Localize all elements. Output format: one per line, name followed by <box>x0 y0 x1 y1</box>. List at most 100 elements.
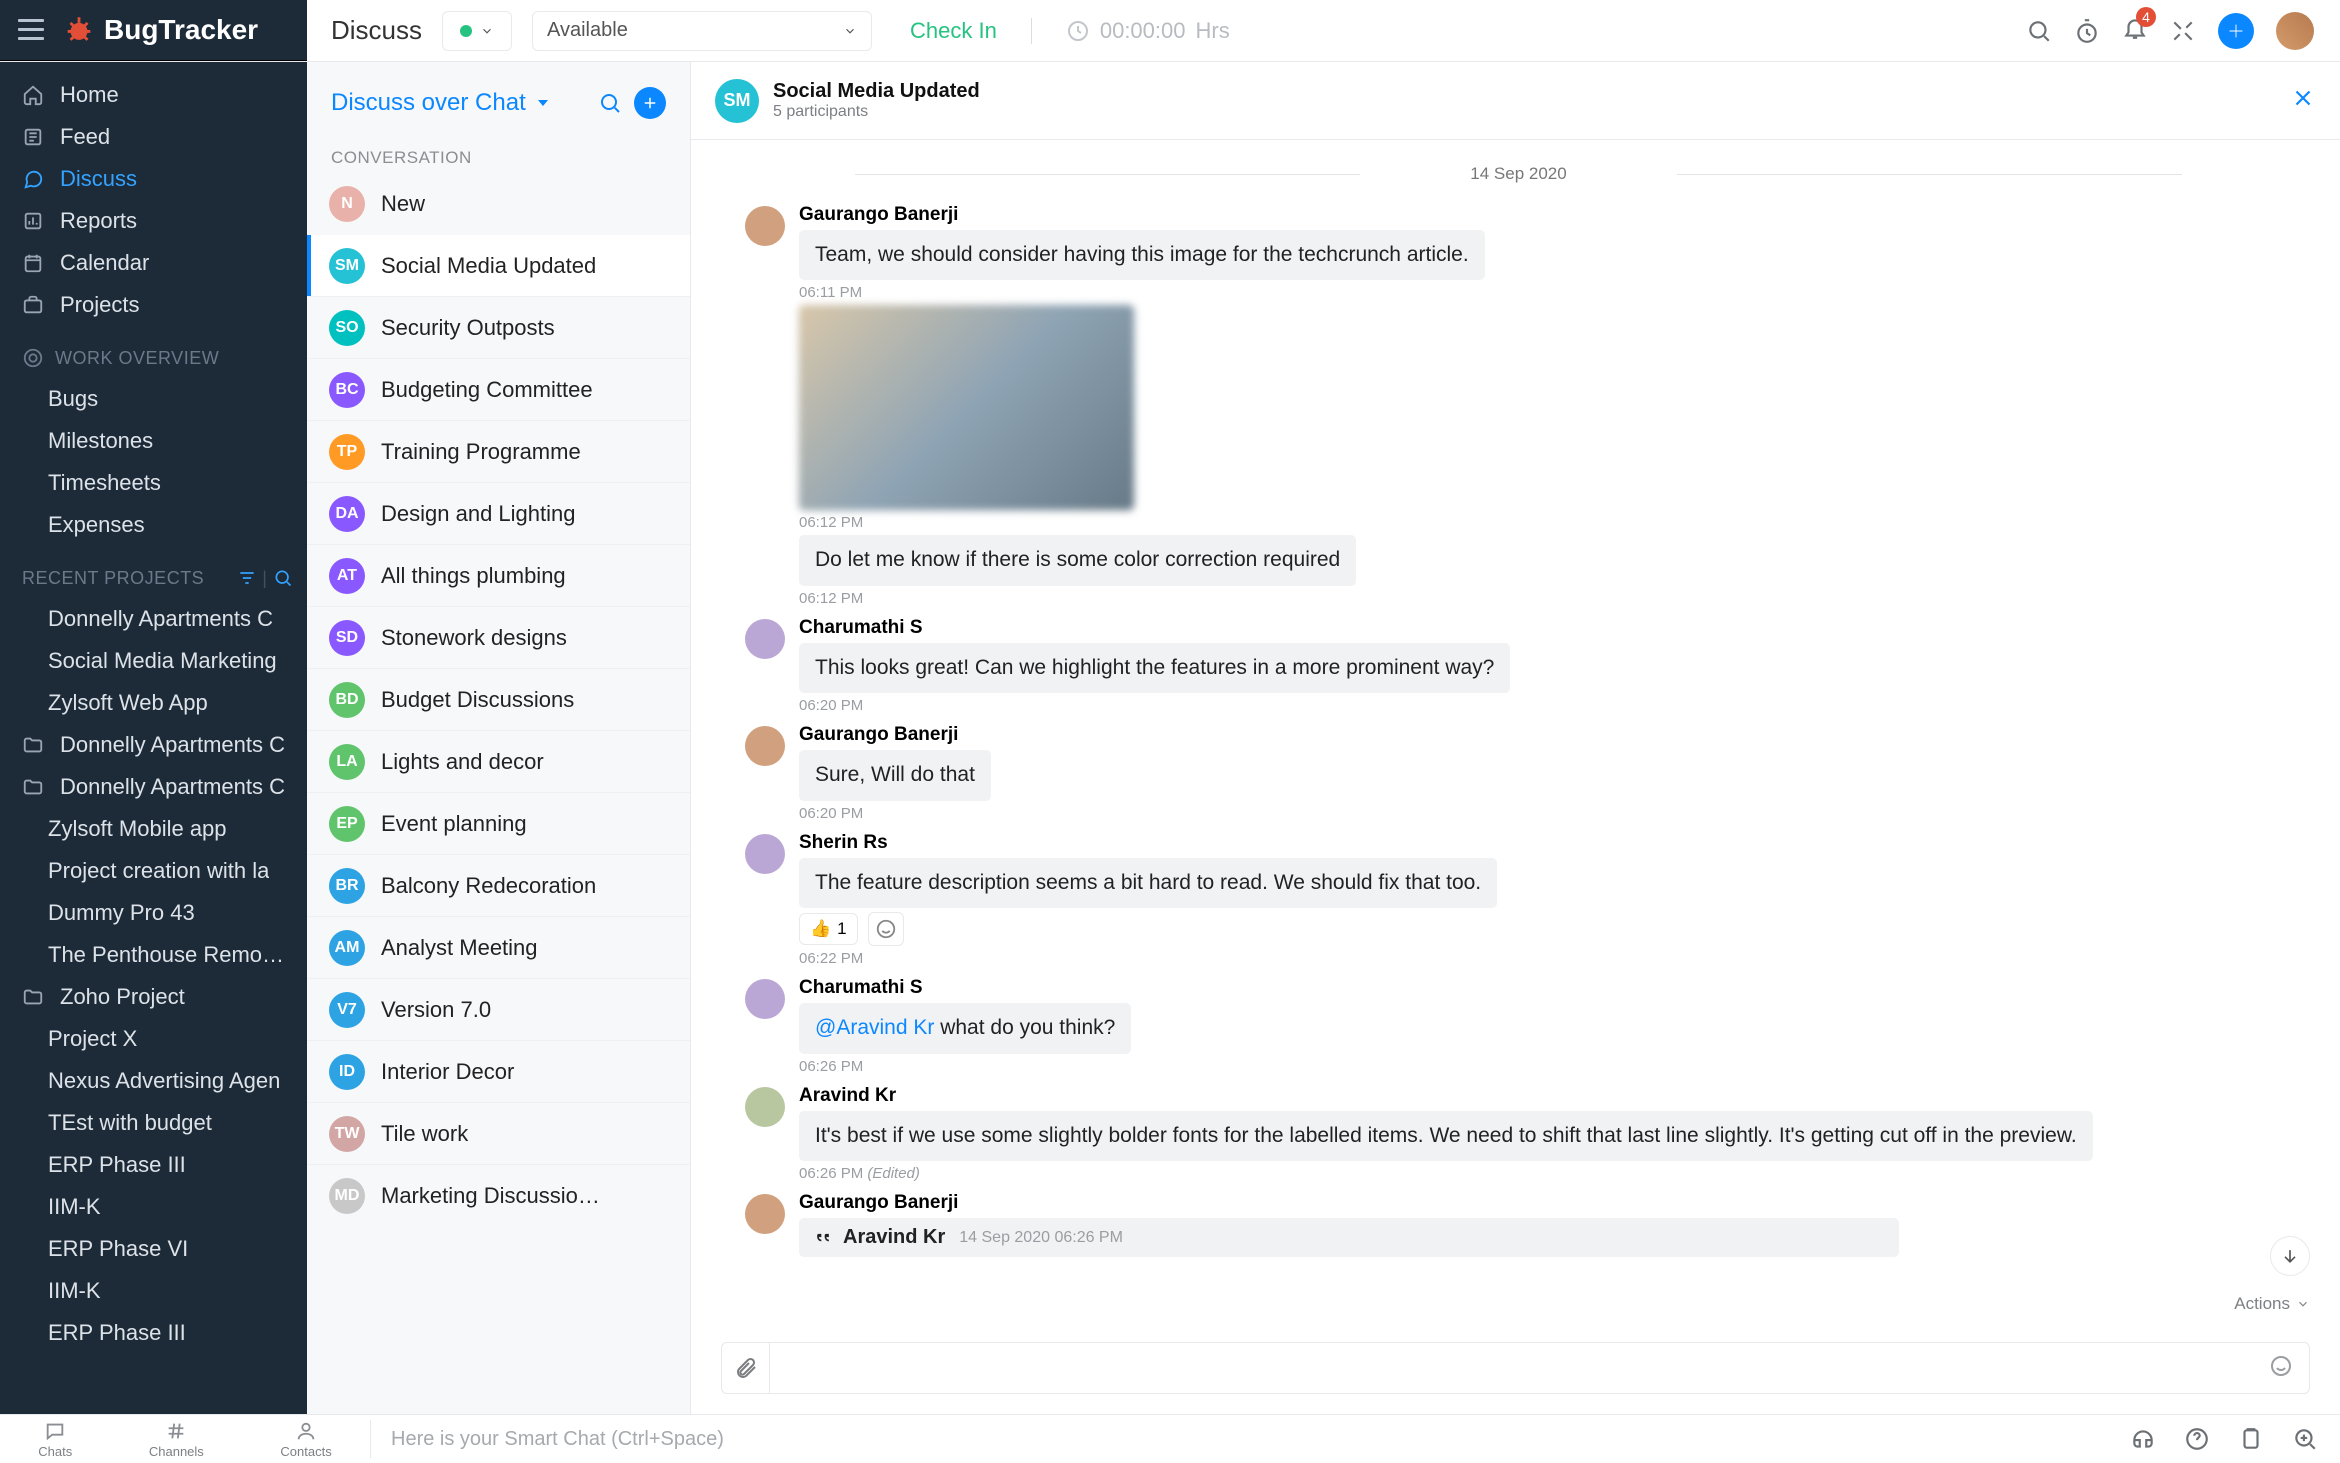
recent-project-item[interactable]: IIM-K <box>0 1270 307 1312</box>
recent-project-item[interactable]: Nexus Advertising Agen <box>0 1060 307 1102</box>
recent-project-item[interactable]: ERP Phase VI <box>0 1228 307 1270</box>
status-pill[interactable] <box>442 11 512 51</box>
nav-sub-bugs[interactable]: Bugs <box>0 378 307 420</box>
conversation-avatar: BD <box>329 682 365 718</box>
conversation-item[interactable]: EPEvent planning <box>307 792 690 854</box>
bottom-tab-contacts[interactable]: Contacts <box>280 1420 331 1459</box>
search-icon[interactable] <box>2026 18 2052 44</box>
message-time: 06:20 PM <box>799 697 863 714</box>
global-add-button[interactable] <box>2218 13 2254 49</box>
conversation-avatar: ID <box>329 1054 365 1090</box>
close-icon <box>2290 85 2316 111</box>
recent-project-item[interactable]: Social Media Marketing <box>0 640 307 682</box>
conversation-item[interactable]: LALights and decor <box>307 730 690 792</box>
recent-project-item[interactable]: Donnelly Apartments C <box>0 598 307 640</box>
recent-project-item[interactable]: Dummy Pro 43 <box>0 892 307 934</box>
recent-project-item[interactable]: ERP Phase III <box>0 1312 307 1354</box>
conversation-avatar: SM <box>329 248 365 284</box>
headset-icon[interactable] <box>2130 1426 2156 1452</box>
reaction-chip[interactable]: 👍1 <box>799 913 858 945</box>
check-in-link[interactable]: Check In <box>910 18 997 44</box>
scroll-down-button[interactable] <box>2270 1236 2310 1276</box>
hamburger-icon[interactable] <box>18 19 44 41</box>
reply-reference[interactable]: Aravind Kr14 Sep 2020 06:26 PM <box>799 1218 1899 1257</box>
nav-item-home[interactable]: Home <box>0 74 307 116</box>
message-image-attachment[interactable] <box>799 305 1134 510</box>
recent-project-item[interactable]: Zylsoft Web App <box>0 682 307 724</box>
conversation-avatar: MD <box>329 1178 365 1214</box>
recent-project-item[interactable]: ERP Phase III <box>0 1144 307 1186</box>
nav-item-feed[interactable]: Feed <box>0 116 307 158</box>
nav-sub-expenses[interactable]: Expenses <box>0 504 307 546</box>
recent-project-item[interactable]: Zylsoft Mobile app <box>0 808 307 850</box>
help-icon[interactable] <box>2184 1426 2210 1452</box>
tools-icon[interactable] <box>2170 18 2196 44</box>
bottom-tab-chats[interactable]: Chats <box>38 1420 72 1459</box>
recent-project-item[interactable]: TEst with budget <box>0 1102 307 1144</box>
filter-icon[interactable] <box>237 568 257 588</box>
nav-sub-timesheets[interactable]: Timesheets <box>0 462 307 504</box>
message-avatar <box>745 1087 785 1127</box>
nav-sub-milestones[interactable]: Milestones <box>0 420 307 462</box>
message-sender: Gaurango Banerji <box>799 1192 958 1214</box>
nav-item-label: Milestones <box>48 428 153 454</box>
nav-item-reports[interactable]: Reports <box>0 200 307 242</box>
conversation-item[interactable]: TWTile work <box>307 1102 690 1164</box>
conversation-item[interactable]: SMSocial Media Updated <box>307 234 690 296</box>
conversation-name: Marketing Discussio… <box>381 1183 600 1209</box>
nav-item-discuss[interactable]: Discuss <box>0 158 307 200</box>
work-overview-header[interactable]: WORK OVERVIEW <box>0 338 307 378</box>
recent-project-item[interactable]: The Penthouse Remode <box>0 934 307 976</box>
recent-project-item[interactable]: Project X <box>0 1018 307 1060</box>
conversation-item[interactable]: BDBudget Discussions <box>307 668 690 730</box>
close-chat-button[interactable] <box>2290 85 2316 116</box>
notifications-button[interactable]: 4 <box>2122 15 2148 46</box>
recent-project-item[interactable]: Donnelly Apartments C <box>0 766 307 808</box>
message-input[interactable] <box>769 1342 2310 1394</box>
conversation-search-icon[interactable] <box>598 91 622 115</box>
conversation-item[interactable]: AMAnalyst Meeting <box>307 916 690 978</box>
message-time: 06:22 PM <box>799 950 863 967</box>
bottom-tab-channels[interactable]: Channels <box>149 1420 204 1459</box>
smart-chat-hint[interactable]: Here is your Smart Chat (Ctrl+Space) <box>371 1428 2108 1451</box>
attach-button[interactable] <box>721 1342 769 1394</box>
view-switcher[interactable]: Discuss over Chat <box>331 89 550 117</box>
conversation-item[interactable]: V7Version 7.0 <box>307 978 690 1040</box>
stopwatch-icon[interactable] <box>2074 18 2100 44</box>
conversation-item[interactable]: IDInterior Decor <box>307 1040 690 1102</box>
zoom-icon[interactable] <box>2292 1426 2318 1452</box>
recent-project-item[interactable]: Project creation with la <box>0 850 307 892</box>
conversation-item[interactable]: BRBalcony Redecoration <box>307 854 690 916</box>
chat-header: SM Social Media Updated 5 participants <box>691 62 2340 140</box>
search-icon[interactable] <box>273 568 293 588</box>
clipboard-icon[interactable] <box>2238 1426 2264 1452</box>
project-name: Zylsoft Mobile app <box>48 816 227 842</box>
conversation-item[interactable]: BCBudgeting Committee <box>307 358 690 420</box>
conversation-item[interactable]: SOSecurity Outposts <box>307 296 690 358</box>
availability-select[interactable]: Available <box>532 11 872 51</box>
chats-icon <box>44 1420 66 1442</box>
actions-label: Actions <box>2234 1294 2290 1314</box>
conversation-item[interactable]: NNew <box>307 172 690 234</box>
recent-project-item[interactable]: IIM-K <box>0 1186 307 1228</box>
conversation-item[interactable]: DADesign and Lighting <box>307 482 690 544</box>
conversation-name: Stonework designs <box>381 625 567 651</box>
nav-item-calendar[interactable]: Calendar <box>0 242 307 284</box>
thread-actions-menu[interactable]: Actions <box>2234 1294 2310 1314</box>
conversation-item[interactable]: SDStonework designs <box>307 606 690 668</box>
emoji-button[interactable] <box>2269 1354 2293 1383</box>
conversation-item[interactable]: MD Marketing Discussio… <box>307 1164 690 1226</box>
conversation-avatar: TP <box>329 434 365 470</box>
conversation-item[interactable]: ATAll things plumbing <box>307 544 690 606</box>
user-mention[interactable]: @Aravind Kr <box>815 1016 934 1039</box>
conversation-item[interactable]: TPTraining Programme <box>307 420 690 482</box>
nav-item-projects[interactable]: Projects <box>0 284 307 326</box>
sidebar: HomeFeedDiscussReportsCalendarProjects W… <box>0 62 307 1414</box>
project-name: Project X <box>48 1026 137 1052</box>
message-row: Charumathi S@Aravind Kr what do you thin… <box>745 977 2292 1074</box>
add-reaction-button[interactable] <box>868 912 904 946</box>
new-conversation-button[interactable] <box>634 87 666 119</box>
recent-project-item[interactable]: Donnelly Apartments C <box>0 724 307 766</box>
user-avatar[interactable] <box>2276 12 2314 50</box>
recent-project-item[interactable]: Zoho Project <box>0 976 307 1018</box>
